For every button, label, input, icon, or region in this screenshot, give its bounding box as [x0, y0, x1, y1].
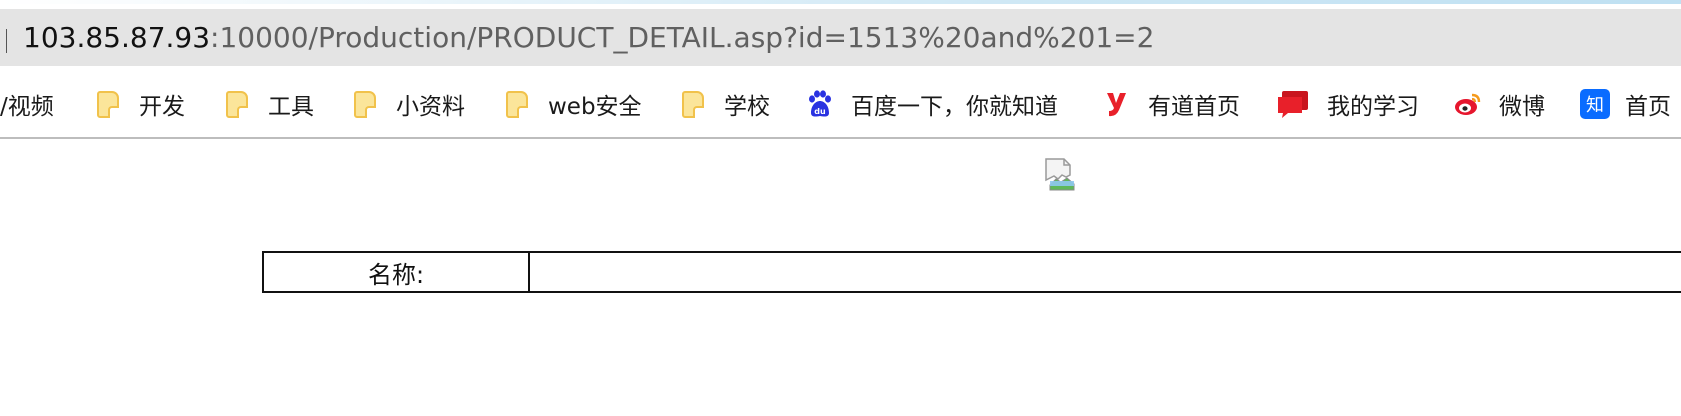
- bookmark-label: 我的学习: [1327, 94, 1419, 120]
- svg-text:知: 知: [1586, 95, 1604, 116]
- bookmark-folder-dev[interactable]: 开发: [94, 82, 185, 126]
- toolbar-divider: [0, 137, 1681, 139]
- bookmarks-bar: /视频 开发 工具 小资料 web安全 学校 du 百度一下，你就知道 有道首页…: [0, 82, 1681, 126]
- weibo-icon: [1454, 89, 1482, 119]
- bookmark-folder-websec[interactable]: web安全: [503, 82, 642, 126]
- text-caret: [6, 29, 7, 53]
- folder-icon: [94, 89, 122, 119]
- bookmark-label: 小资料: [396, 94, 465, 120]
- bookmark-label: 学校: [724, 94, 770, 120]
- url-path: :10000/Production/PRODUCT_DETAIL.asp?id=…: [210, 21, 1155, 54]
- bookmark-my-study[interactable]: 我的学习: [1276, 82, 1419, 126]
- folder-icon: [223, 89, 251, 119]
- folder-icon: [503, 89, 531, 119]
- bookmark-label: web安全: [548, 94, 642, 120]
- bookmark-folder-tools[interactable]: 工具: [223, 82, 314, 126]
- product-detail-table: 名称:: [262, 251, 1681, 293]
- folder-icon: [351, 89, 379, 119]
- bookmark-label: /视频: [0, 94, 54, 120]
- broken-image-icon: [1044, 157, 1078, 191]
- url-text[interactable]: 103.85.87.93:10000/Production/PRODUCT_DE…: [23, 21, 1154, 55]
- zhihu-icon: 知: [1580, 89, 1610, 119]
- bookmark-baidu[interactable]: du 百度一下，你就知道: [806, 82, 1058, 126]
- bookmark-folder-notes[interactable]: 小资料: [351, 82, 465, 126]
- table-row: 名称:: [262, 251, 1681, 293]
- bookmark-label: 开发: [139, 94, 185, 120]
- bookmark-video[interactable]: /视频: [0, 82, 54, 126]
- folder-icon: [679, 89, 707, 119]
- bookmark-weibo[interactable]: 微博: [1454, 82, 1545, 126]
- bookmark-label: 有道首页: [1148, 94, 1240, 120]
- baidu-paw-icon: du: [806, 89, 834, 119]
- name-value: [528, 251, 1681, 293]
- chat-bubble-icon: [1276, 89, 1310, 119]
- bookmark-label: 百度一下，你就知道: [851, 94, 1058, 120]
- window-top-accent: [0, 0, 1681, 4]
- youdao-icon: [1103, 89, 1131, 119]
- bookmark-youdao[interactable]: 有道首页: [1103, 82, 1240, 126]
- svg-text:du: du: [814, 107, 826, 116]
- bookmark-zhihu[interactable]: 知 首页: [1580, 82, 1671, 126]
- url-host: 103.85.87.93: [23, 21, 211, 54]
- name-label: 名称:: [262, 251, 530, 293]
- bookmark-label: 微博: [1499, 94, 1545, 120]
- bookmark-label: 工具: [268, 94, 314, 120]
- bookmark-label: 首页: [1625, 94, 1671, 120]
- address-bar[interactable]: 103.85.87.93:10000/Production/PRODUCT_DE…: [0, 9, 1681, 66]
- browser-window: 103.85.87.93:10000/Production/PRODUCT_DE…: [0, 0, 1681, 416]
- bookmark-folder-school[interactable]: 学校: [679, 82, 770, 126]
